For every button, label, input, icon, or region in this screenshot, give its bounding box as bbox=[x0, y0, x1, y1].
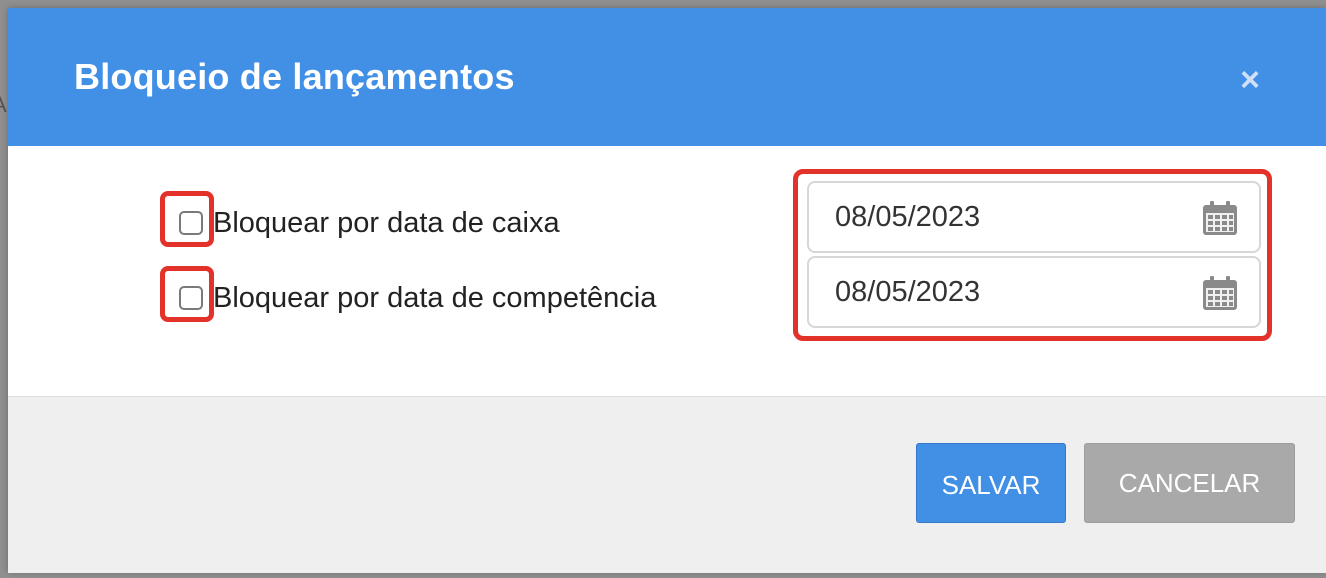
cash-date-input[interactable] bbox=[835, 197, 1175, 237]
competence-date-field[interactable] bbox=[807, 256, 1261, 328]
cash-date-field[interactable] bbox=[807, 181, 1261, 253]
background-partial-text: A bbox=[0, 92, 7, 118]
option-row-competence-date: Bloquear por data de competência bbox=[160, 266, 657, 324]
modal-title: Bloqueio de lançamentos bbox=[74, 56, 515, 97]
block-by-cash-date-checkbox[interactable] bbox=[179, 211, 203, 235]
modal-header: Bloqueio de lançamentos × bbox=[8, 8, 1326, 146]
calendar-icon[interactable] bbox=[1201, 274, 1239, 312]
modal-footer: SALVAR CANCELAR bbox=[8, 396, 1326, 573]
close-icon[interactable]: × bbox=[1234, 60, 1266, 100]
save-button[interactable]: SALVAR bbox=[916, 443, 1066, 523]
modal-body: Bloquear por data de caixa Bloquear por … bbox=[8, 146, 1326, 396]
calendar-icon[interactable] bbox=[1201, 199, 1239, 237]
competence-date-input[interactable] bbox=[835, 272, 1175, 312]
block-entries-modal: Bloqueio de lançamentos × Bloquear por d… bbox=[8, 8, 1326, 573]
block-by-competence-date-checkbox[interactable] bbox=[179, 286, 203, 310]
option-row-cash-date: Bloquear por data de caixa bbox=[160, 191, 560, 249]
block-by-competence-date-label: Bloquear por data de competência bbox=[213, 281, 657, 314]
block-by-cash-date-label: Bloquear por data de caixa bbox=[213, 206, 560, 239]
cancel-button[interactable]: CANCELAR bbox=[1084, 443, 1295, 523]
